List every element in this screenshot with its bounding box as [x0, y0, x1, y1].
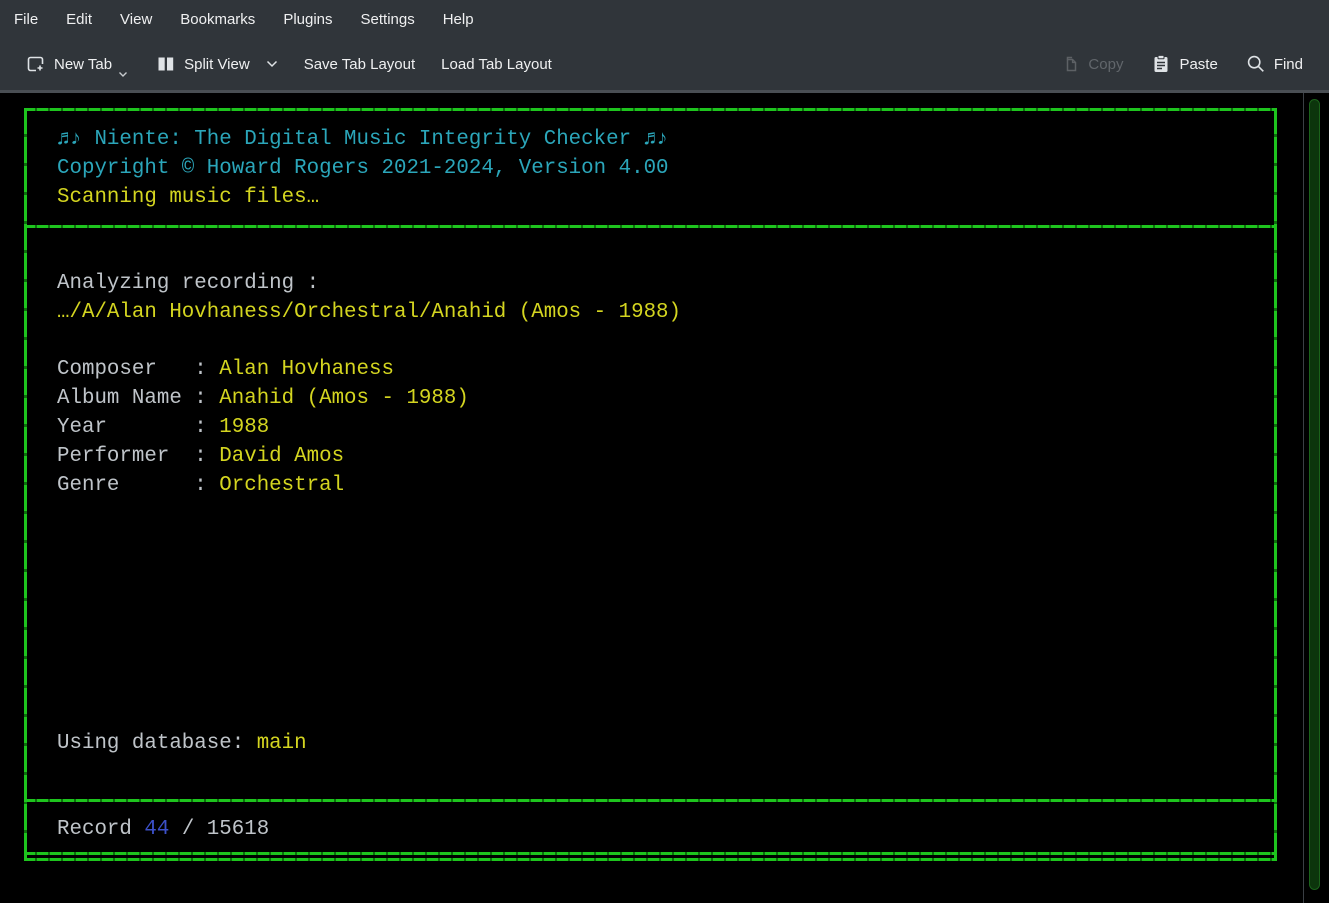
record-total: / 15618	[169, 818, 269, 841]
menu-bookmarks[interactable]: Bookmarks	[180, 11, 255, 28]
app-copyright: Copyright © Howard Rogers 2021-2024, Ver…	[57, 154, 669, 183]
find-button[interactable]: Find	[1238, 48, 1311, 80]
field-composer-label: Composer :	[57, 358, 219, 381]
paste-button[interactable]: Paste	[1143, 48, 1225, 80]
tui-statusbar-divider	[24, 799, 1277, 802]
toolbar-right-group: Copy Paste	[1052, 48, 1329, 80]
tui-border-bottom-inner	[24, 858, 1277, 861]
menu-help[interactable]: Help	[443, 11, 474, 28]
record-counter: Record 44 / 15618	[57, 815, 269, 844]
tui-border-top	[24, 108, 1277, 111]
find-label: Find	[1274, 56, 1303, 73]
menu-view[interactable]: View	[120, 11, 152, 28]
menu-file[interactable]: File	[14, 11, 38, 28]
scan-status: Scanning music files…	[57, 183, 319, 212]
new-tab-label: New Tab	[54, 56, 112, 73]
database-line: Using database: main	[57, 729, 307, 758]
load-tab-layout-label: Load Tab Layout	[441, 56, 552, 73]
tui-border-right	[1274, 108, 1277, 861]
scrollbar-track-divider	[1303, 93, 1304, 903]
copy-label: Copy	[1088, 56, 1123, 73]
database-label: Using database:	[57, 732, 257, 755]
menu-edit[interactable]: Edit	[66, 11, 92, 28]
field-performer-label: Performer :	[57, 445, 219, 468]
menu-plugins[interactable]: Plugins	[283, 11, 332, 28]
window-chrome: File Edit View Bookmarks Plugins Setting…	[0, 0, 1329, 93]
save-tab-layout-button[interactable]: Save Tab Layout	[296, 50, 423, 79]
field-year-label: Year :	[57, 416, 219, 439]
tui-header-divider	[24, 225, 1277, 228]
paste-label: Paste	[1179, 56, 1217, 73]
field-genre-value: Orchestral	[219, 474, 344, 497]
field-performer-value: David Amos	[219, 445, 344, 468]
new-tab-icon	[26, 54, 46, 74]
load-tab-layout-button[interactable]: Load Tab Layout	[433, 50, 560, 79]
field-album-label: Album Name :	[57, 387, 219, 410]
new-tab-chevron-icon[interactable]	[118, 71, 128, 78]
terminal-view[interactable]: ♬♪ Niente: The Digital Music Integrity C…	[0, 93, 1329, 903]
database-value: main	[257, 732, 307, 755]
field-genre: Genre : Orchestral	[57, 471, 344, 500]
save-tab-layout-label: Save Tab Layout	[304, 56, 415, 73]
field-composer-value: Alan Hovhaness	[219, 358, 394, 381]
copy-icon	[1060, 54, 1080, 74]
paste-icon	[1151, 54, 1171, 74]
field-album: Album Name : Anahid (Amos - 1988)	[57, 384, 469, 413]
copy-button[interactable]: Copy	[1052, 48, 1131, 80]
field-year: Year : 1988	[57, 413, 269, 442]
tui-border-bottom-outer	[24, 852, 1277, 855]
toolbar-left-group: New Tab Split View Save Tab La	[0, 48, 560, 80]
menu-settings[interactable]: Settings	[361, 11, 415, 28]
split-view-icon	[156, 54, 176, 74]
recording-path: …/A/Alan Hovhaness/Orchestral/Anahid (Am…	[57, 298, 681, 327]
search-icon	[1246, 54, 1266, 74]
split-view-chevron-icon[interactable]	[266, 60, 278, 68]
toolbar: New Tab Split View Save Tab La	[0, 38, 1329, 90]
field-composer: Composer : Alan Hovhaness	[57, 355, 394, 384]
field-genre-label: Genre :	[57, 474, 219, 497]
analyzing-label: Analyzing recording :	[57, 269, 319, 298]
record-current: 44	[144, 818, 169, 841]
app-title: ♬♪ Niente: The Digital Music Integrity C…	[57, 125, 669, 154]
split-view-button[interactable]: Split View	[148, 48, 286, 80]
tui-border-left	[24, 108, 27, 861]
record-label: Record	[57, 818, 144, 841]
scrollbar-thumb[interactable]	[1309, 99, 1320, 890]
field-performer: Performer : David Amos	[57, 442, 344, 471]
split-view-label: Split View	[184, 56, 250, 73]
new-tab-button[interactable]: New Tab	[18, 48, 138, 80]
field-year-value: 1988	[219, 416, 269, 439]
menu-bar: File Edit View Bookmarks Plugins Setting…	[0, 0, 1329, 38]
field-album-value: Anahid (Amos - 1988)	[219, 387, 469, 410]
